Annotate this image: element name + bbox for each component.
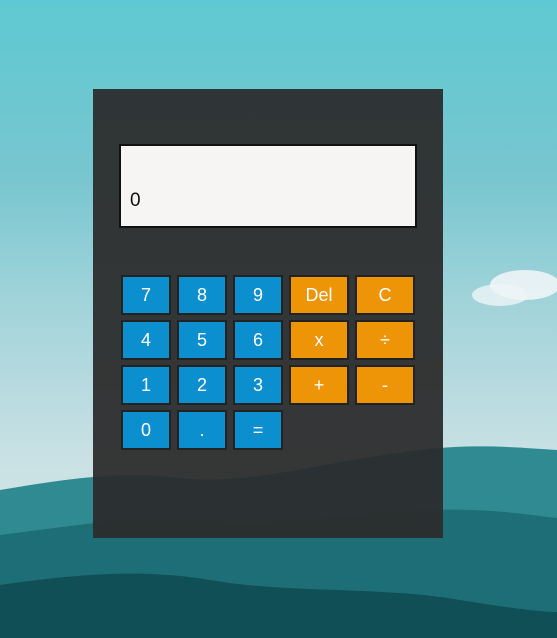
divide-button[interactable]: ÷ — [355, 320, 415, 360]
key-0[interactable]: 0 — [121, 410, 171, 450]
key-6[interactable]: 6 — [233, 320, 283, 360]
clear-button[interactable]: C — [355, 275, 415, 315]
key-9[interactable]: 9 — [233, 275, 283, 315]
key-3[interactable]: 3 — [233, 365, 283, 405]
key-7[interactable]: 7 — [121, 275, 171, 315]
key-2[interactable]: 2 — [177, 365, 227, 405]
key-1[interactable]: 1 — [121, 365, 171, 405]
multiply-button[interactable]: x — [289, 320, 349, 360]
delete-button[interactable]: Del — [289, 275, 349, 315]
display-value: 0 — [130, 190, 141, 211]
add-button[interactable]: + — [289, 365, 349, 405]
equals-button[interactable]: = — [233, 410, 283, 450]
calculator-display: 0 — [119, 144, 417, 228]
calculator-panel: 0 7 8 9 Del C 4 5 6 x ÷ 1 2 3 + - 0 . = — [93, 89, 443, 538]
subtract-button[interactable]: - — [355, 365, 415, 405]
key-5[interactable]: 5 — [177, 320, 227, 360]
decimal-button[interactable]: . — [177, 410, 227, 450]
key-4[interactable]: 4 — [121, 320, 171, 360]
key-8[interactable]: 8 — [177, 275, 227, 315]
